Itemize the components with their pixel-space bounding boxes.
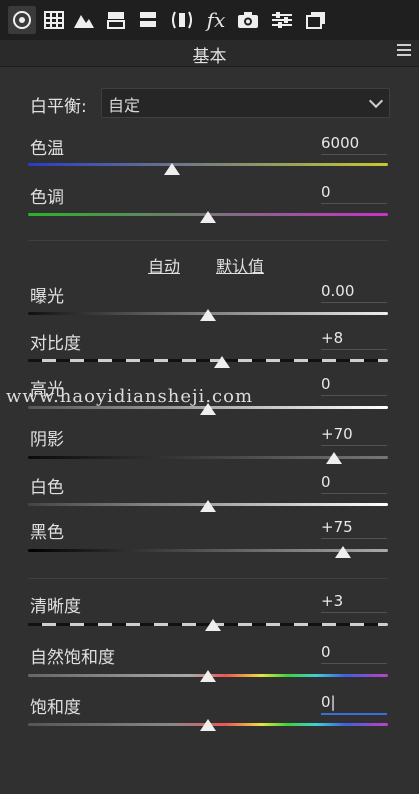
slider-thumb[interactable] (326, 452, 342, 464)
slider-label: 自然饱和度 (30, 648, 115, 668)
half-icon[interactable] (134, 6, 162, 34)
slider-thumb[interactable] (164, 163, 180, 175)
slider-label: 色调 (30, 188, 64, 208)
slider-track[interactable] (28, 549, 388, 552)
split-icon[interactable] (102, 6, 130, 34)
slider-value-input[interactable]: +3 (321, 592, 387, 613)
slider-value-input[interactable]: 0 (321, 473, 387, 494)
chevron-down-icon (368, 93, 384, 109)
slider-value-input[interactable]: 0 (321, 375, 387, 396)
white-balance-select[interactable]: 自定 (101, 88, 390, 118)
watermark-text: www.haoyidiansheji.com (6, 386, 254, 407)
divider (28, 240, 388, 241)
slider-value-input[interactable]: 0 (321, 183, 387, 204)
slider-value-input[interactable]: 0 (321, 643, 387, 664)
auto-link[interactable]: 自动 (148, 253, 180, 277)
slider-label: 曝光 (30, 287, 64, 307)
slider-thumb[interactable] (200, 211, 216, 223)
divider (28, 578, 388, 579)
layers-icon[interactable] (302, 6, 330, 34)
grid-icon[interactable] (40, 6, 68, 34)
slider-label: 阴影 (30, 430, 64, 450)
slider-label: 色温 (30, 139, 64, 159)
sliders-icon[interactable] (268, 6, 296, 34)
aperture-icon[interactable] (8, 6, 36, 34)
slider-track[interactable] (28, 359, 388, 362)
slider-value-input[interactable]: 0.00 (321, 282, 387, 303)
slider-thumb[interactable] (200, 309, 216, 321)
slider-thumb[interactable] (205, 619, 222, 631)
lens-icon[interactable] (168, 6, 196, 34)
slider-thumb[interactable] (214, 356, 231, 368)
slider-label: 白色 (30, 478, 64, 498)
default-link[interactable]: 默认值 (216, 253, 264, 277)
slider-value-input[interactable]: 6000 (321, 134, 387, 155)
slider-label: 黑色 (30, 523, 64, 543)
slider-value-input[interactable]: 0| (321, 693, 387, 715)
panel-header: 基本 (0, 40, 419, 67)
slider-label: 清晰度 (30, 597, 81, 617)
slider-track[interactable] (28, 163, 388, 166)
camera-icon[interactable] (234, 6, 262, 34)
slider-value-input[interactable]: +70 (321, 425, 387, 446)
slider-thumb[interactable] (200, 719, 216, 731)
slider-label: 对比度 (30, 334, 81, 354)
slider-thumb[interactable] (335, 546, 351, 558)
white-balance-label: 白平衡: (30, 97, 87, 117)
panel-title: 基本 (192, 47, 227, 67)
panel-toolbar: fx (0, 0, 419, 40)
fx-icon[interactable]: fx (202, 6, 230, 34)
white-balance-value: 自定 (108, 96, 141, 115)
panel-menu-icon[interactable] (397, 44, 411, 58)
mountain-icon[interactable] (70, 6, 98, 34)
slider-label: 饱和度 (30, 698, 81, 718)
slider-value-input[interactable]: +8 (321, 329, 387, 350)
slider-thumb[interactable] (200, 500, 216, 512)
slider-thumb[interactable] (200, 670, 216, 682)
slider-value-input[interactable]: +75 (321, 518, 387, 539)
